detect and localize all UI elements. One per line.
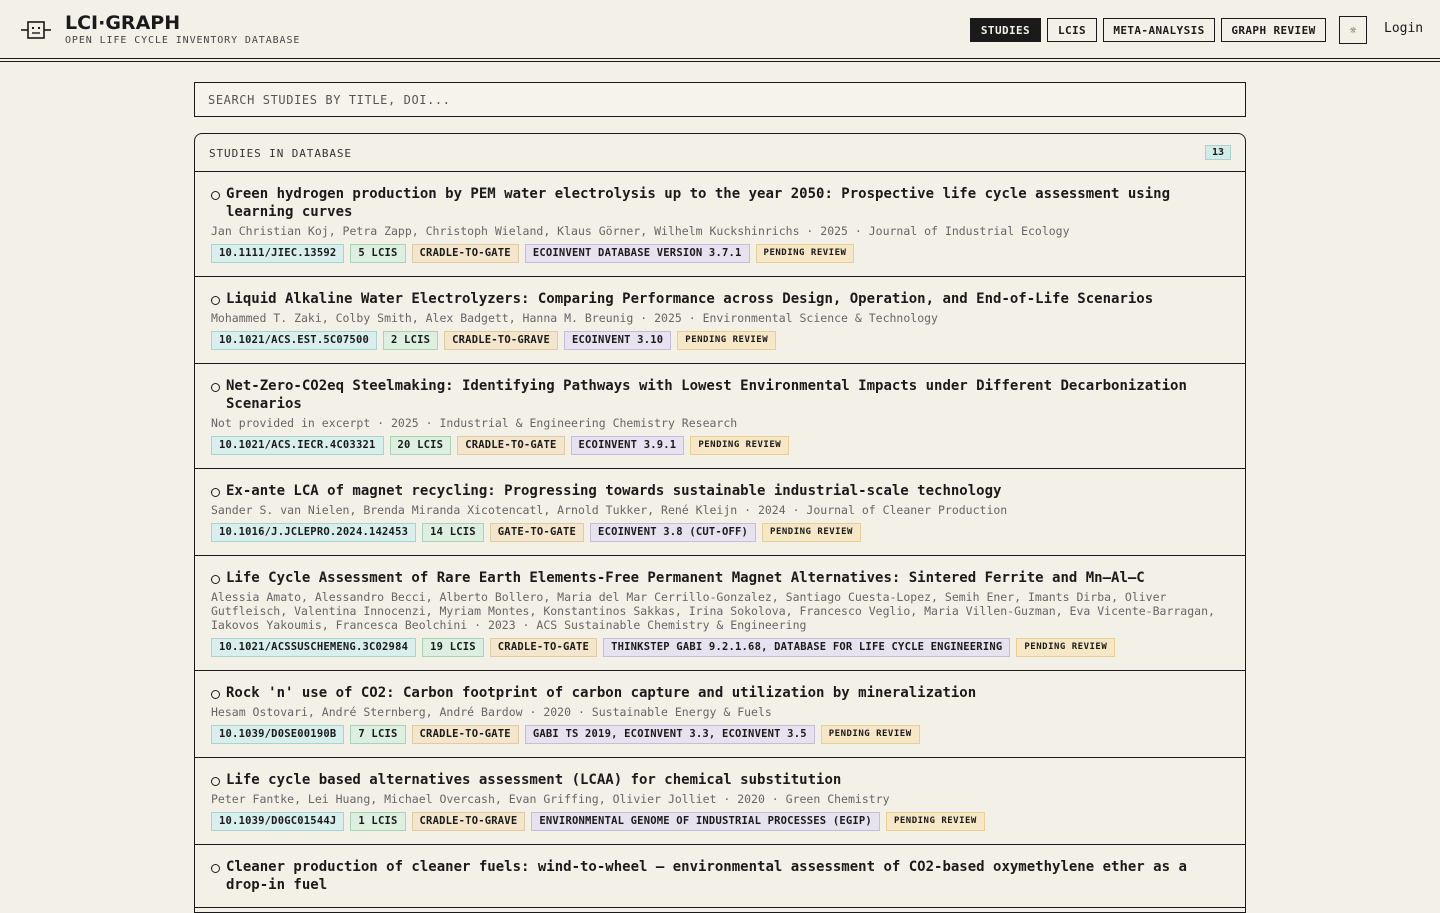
study-row[interactable]: Net-Zero-CO2eq Steelmaking: Identifying … [195, 364, 1245, 469]
study-count-badge: 13 [1204, 145, 1231, 160]
login-link[interactable]: Login [1384, 21, 1423, 36]
study-row[interactable]: Cleaner production of cleaner fuels: win… [195, 845, 1245, 908]
nav-lcis-button[interactable]: LCIS [1047, 18, 1097, 42]
study-title[interactable]: Ex-ante LCA of magnet recycling: Progres… [226, 482, 1001, 500]
study-row[interactable]: Ex-ante LCA of magnet recycling: Progres… [195, 469, 1245, 556]
header-divider [0, 61, 1440, 62]
scope-tag: CRADLE-TO-GATE [457, 436, 565, 455]
database-tag: GABI TS 2019, ECOINVENT 3.3, ECOINVENT 3… [524, 725, 815, 744]
panel-header: STUDIES IN DATABASE 13 [195, 134, 1245, 172]
study-meta: Not provided in excerpt · 2025 · Industr… [211, 416, 738, 430]
doi-tag[interactable]: 10.1039/D0SE00190B [211, 725, 345, 744]
circle-icon [211, 864, 221, 874]
doi-tag[interactable]: 10.1021/ACS.EST.5C07500 [211, 331, 377, 350]
brand-title[interactable]: LCI·GRAPH [65, 12, 180, 34]
study-meta: Alessia Amato, Alessandro Becci, Alberto… [211, 590, 1215, 632]
circle-icon [211, 191, 221, 201]
doi-tag[interactable]: 10.1039/D0GC01544J [211, 812, 345, 831]
database-tag: THINKSTEP GABI 9.2.1.68, DATABASE FOR LI… [603, 638, 1011, 657]
status-badge: PENDING REVIEW [762, 523, 861, 542]
status-badge: PENDING REVIEW [885, 812, 985, 831]
top-bar: LCI·GRAPH OPEN LIFE CYCLE INVENTORY DATA… [0, 0, 1440, 59]
study-title[interactable]: Rock 'n' use of CO2: Carbon footprint of… [226, 684, 976, 702]
study-meta: Peter Fantke, Lei Huang, Michael Overcas… [211, 792, 890, 806]
robot-face-icon[interactable] [20, 20, 52, 40]
status-badge: PENDING REVIEW [1016, 638, 1116, 657]
scope-tag: CRADLE-TO-GATE [411, 244, 519, 263]
study-row[interactable]: Green hydrogen production by PEM water e… [195, 172, 1245, 277]
doi-tag[interactable]: 10.1021/ACSSUSCHEMENG.3C02984 [211, 638, 417, 657]
scope-tag: CRADLE-TO-GATE [411, 725, 519, 744]
scope-tag: CRADLE-TO-GRAVE [411, 812, 526, 831]
study-row[interactable]: Life cycle based alternatives assessment… [195, 758, 1245, 845]
database-tag: ECOINVENT 3.8 (CUT-OFF) [590, 523, 757, 542]
circle-icon [211, 296, 221, 306]
lcis-count-tag[interactable]: 20 LCIS [389, 436, 452, 455]
sun-icon: ☼ [1349, 23, 1357, 37]
lcis-count-tag[interactable]: 19 LCIS [422, 638, 484, 657]
lcis-count-tag[interactable]: 5 LCIS [350, 244, 406, 263]
scope-tag: CRADLE-TO-GATE [489, 638, 598, 657]
study-row[interactable]: Rock 'n' use of CO2: Carbon footprint of… [195, 671, 1245, 758]
status-badge: PENDING REVIEW [755, 244, 855, 263]
search-box [194, 82, 1246, 117]
study-meta: Sander S. van Nielen, Brenda Miranda Xic… [211, 503, 1008, 517]
scope-tag: CRADLE-TO-GRAVE [444, 331, 558, 350]
circle-icon [211, 488, 221, 498]
doi-tag[interactable]: 10.1016/J.JCLEPRO.2024.142453 [211, 523, 417, 542]
study-row[interactable]: Liquid Alkaline Water Electrolyzers: Com… [195, 277, 1245, 364]
study-title[interactable]: Life Cycle Assessment of Rare Earth Elem… [226, 569, 1145, 587]
nav-graph-review-button[interactable]: GRAPH REVIEW [1221, 18, 1326, 42]
status-badge: PENDING REVIEW [677, 331, 777, 350]
doi-tag[interactable]: 10.1111/JIEC.13592 [211, 244, 345, 263]
search-input[interactable] [195, 83, 1245, 116]
lcis-count-tag[interactable]: 2 LCIS [383, 331, 439, 350]
study-meta: Mohammed T. Zaki, Colby Smith, Alex Badg… [211, 311, 938, 325]
database-tag: ENVIRONMENTAL GENOME OF INDUSTRIAL PROCE… [531, 812, 880, 831]
study-meta: Jan Christian Koj, Petra Zapp, Christoph… [211, 224, 1070, 238]
study-meta: Hesam Ostovari, André Sternberg, André B… [211, 705, 772, 719]
circle-icon [211, 777, 221, 787]
database-tag: ECOINVENT 3.10 [563, 331, 672, 350]
panel-title: STUDIES IN DATABASE [209, 147, 352, 160]
study-title[interactable]: Life cycle based alternatives assessment… [226, 771, 841, 789]
circle-icon [211, 690, 221, 700]
study-title[interactable]: Liquid Alkaline Water Electrolyzers: Com… [226, 290, 1153, 308]
lcis-count-tag[interactable]: 7 LCIS [350, 725, 406, 744]
study-row[interactable]: Life Cycle Assessment of Rare Earth Elem… [195, 556, 1245, 671]
database-tag: ECOINVENT DATABASE VERSION 3.7.1 [524, 244, 750, 263]
database-tag: ECOINVENT 3.9.1 [570, 436, 685, 455]
scope-tag: GATE-TO-GATE [489, 523, 585, 542]
status-badge: PENDING REVIEW [820, 725, 920, 744]
lcis-count-tag[interactable]: 1 LCIS [350, 812, 406, 831]
theme-toggle-button[interactable]: ☼ [1339, 16, 1367, 44]
studies-panel: STUDIES IN DATABASE 13 Green hydrogen pr… [194, 133, 1246, 913]
nav-meta-analysis-button[interactable]: META-ANALYSIS [1103, 18, 1215, 42]
study-title[interactable]: Net-Zero-CO2eq Steelmaking: Identifying … [226, 377, 1229, 413]
status-badge: PENDING REVIEW [690, 436, 790, 455]
circle-icon [211, 575, 221, 585]
nav-studies-button[interactable]: STUDIES [970, 18, 1041, 42]
study-title[interactable]: Cleaner production of cleaner fuels: win… [226, 858, 1229, 894]
lcis-count-tag[interactable]: 14 LCIS [422, 523, 484, 542]
doi-tag[interactable]: 10.1021/ACS.IECR.4C03321 [211, 436, 384, 455]
study-title[interactable]: Green hydrogen production by PEM water e… [226, 185, 1229, 221]
brand-subtitle: OPEN LIFE CYCLE INVENTORY DATABASE [65, 35, 301, 46]
circle-icon [211, 383, 221, 393]
